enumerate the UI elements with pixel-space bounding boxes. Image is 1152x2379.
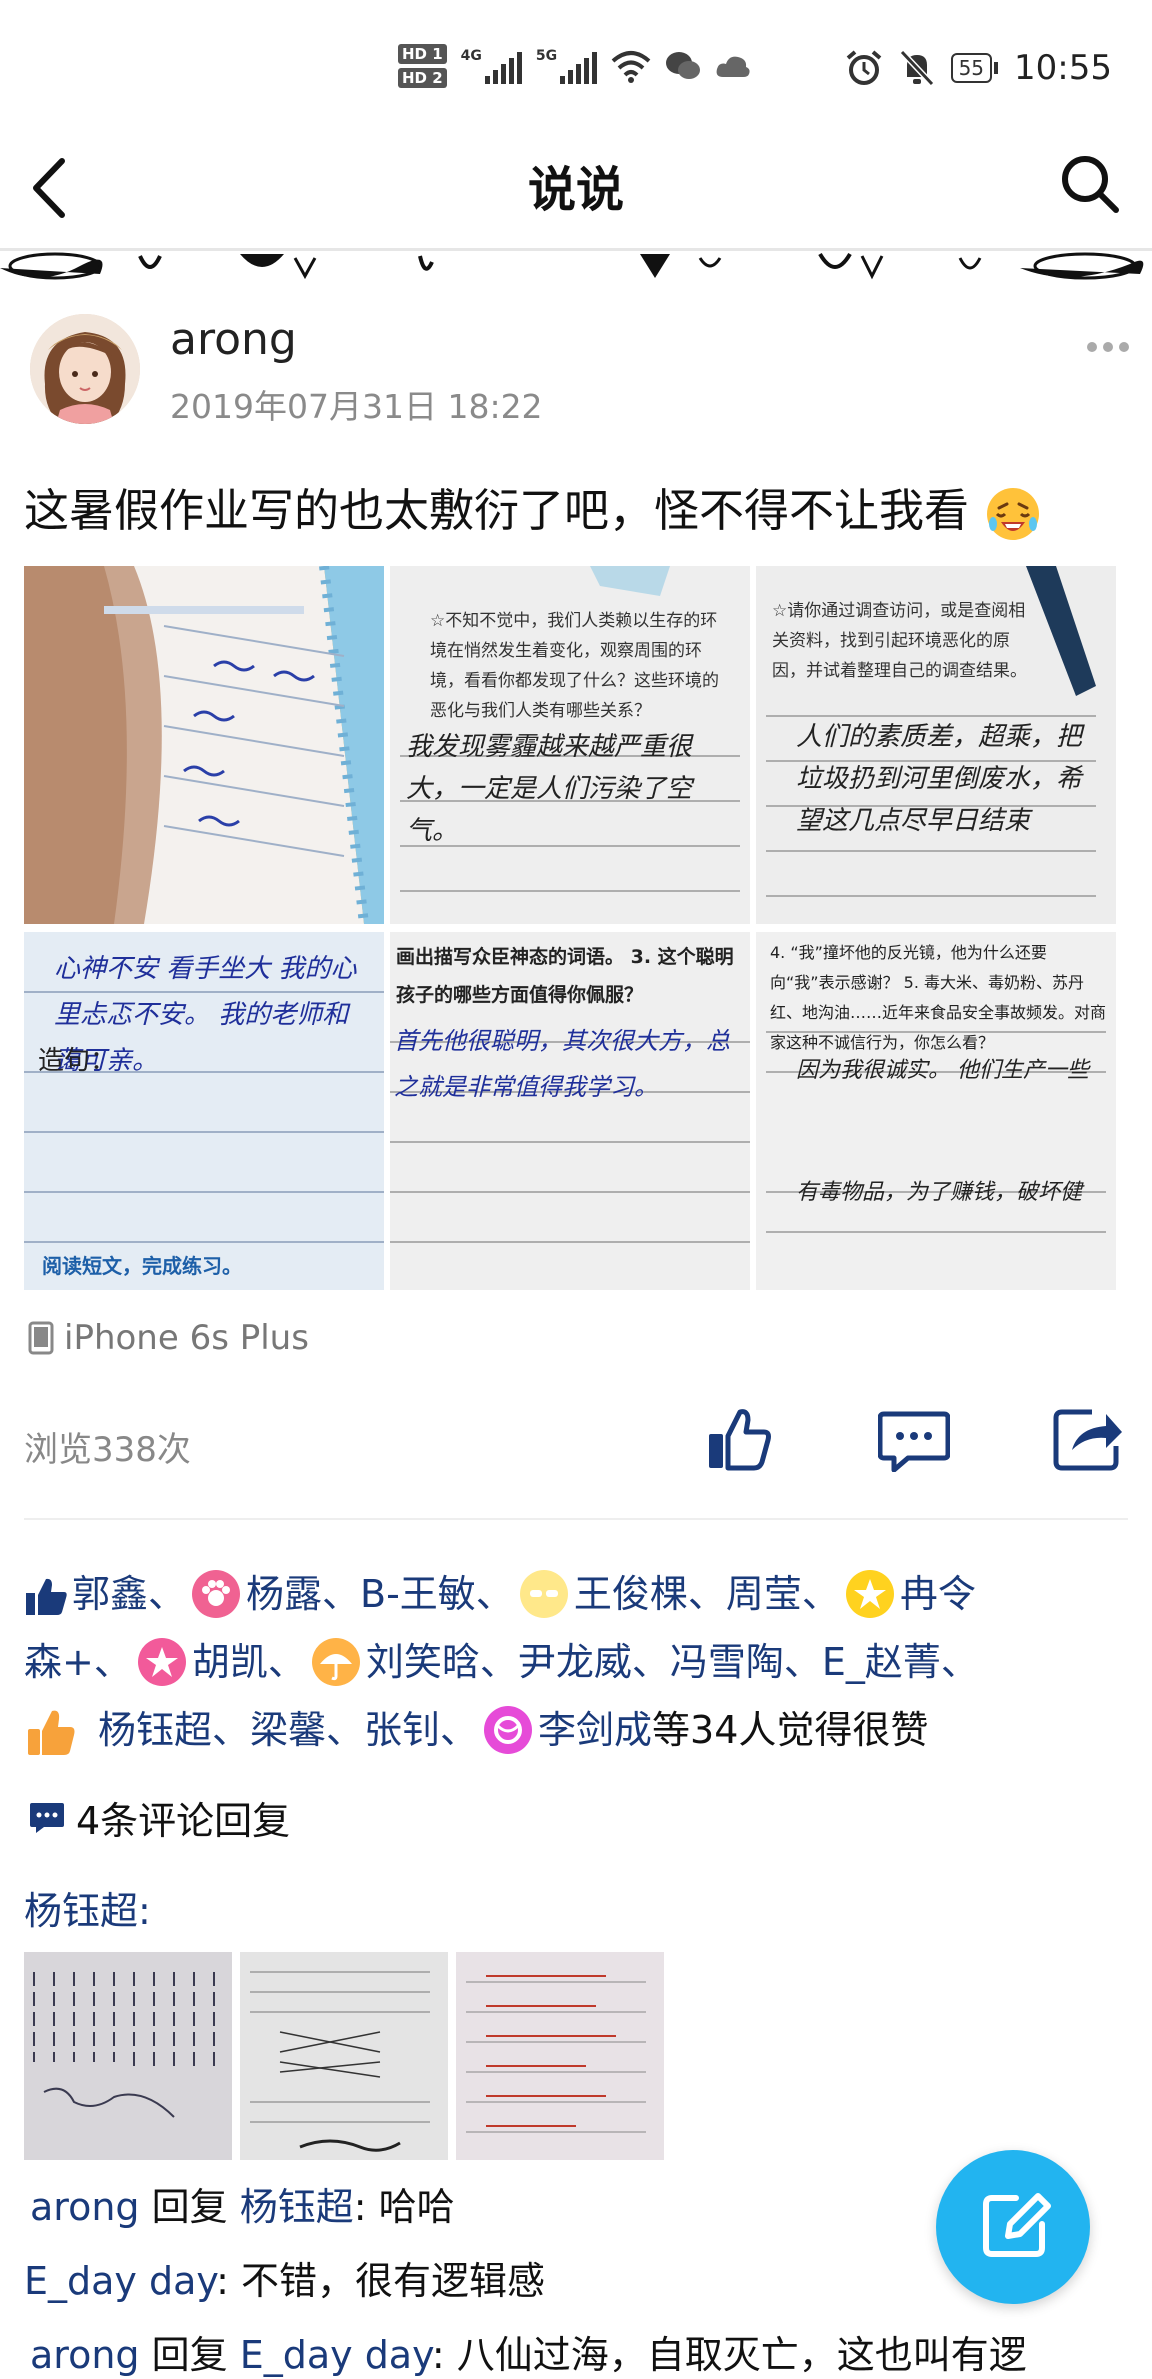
reply-mid: 回复 [139,2185,240,2229]
like-user[interactable]: 王俊棵、周莹、 [574,1572,840,1616]
mute-icon [899,49,934,87]
decorative-banner [0,248,1152,280]
post-text: 这暑假作业写的也太敷衍了吧，怪不得不让我看 [24,474,1043,544]
reply-mid: 回复 [139,2333,240,2377]
wifi-icon [611,51,651,83]
edit-icon [983,2193,1051,2257]
post-photo-2[interactable]: ☆不知不觉中，我们人类赖以生存的环境在悄然发生着变化，观察周围的环境，看看你都发… [390,566,750,924]
cloud-icon [716,56,750,77]
compose-button[interactable] [936,2150,1090,2304]
battery-icon: 55 [950,53,999,83]
divider [24,1518,1128,1520]
thumbs-up-emoji-icon [28,1710,75,1755]
network-label: 4G [460,48,482,64]
reply-text: 不错，很有逻辑感 [241,2259,546,2303]
like-icon-small [26,1578,67,1615]
battery-level: 55 [950,53,993,83]
ball-badge-icon [484,1705,533,1754]
sim-indicator: HD 1 HD 2 [398,44,447,88]
like-user[interactable]: 杨钰超、梁馨、张钊、 [98,1708,478,1752]
photo-2-handwriting: 我发现雾霾越来越严重很大，一定是人们污染了空气。 [406,732,693,846]
reply-from[interactable]: arong [30,2185,140,2229]
sunglasses-badge-icon [519,1569,568,1618]
like-user[interactable]: 刘笑晗、尹龙威、冯雪陶、E_赵菁、 [366,1640,979,1684]
likes-line-3: 杨钰超、梁馨、张钊、 李剑成等34人觉得很赞 [24,1696,1134,1764]
post-body: 这暑假作业写的也太敷衍了吧，怪不得不让我看 [24,484,970,537]
signal-icon: 4G [461,48,522,84]
photo-6-handwriting: 因为我很诚实。 他们生产一些有毒物品，为了赚钱，破坏健康。 [796,1058,1089,1205]
avatar[interactable] [30,314,140,424]
page-title: 说说 [527,162,624,218]
post-photo-5[interactable]: 画出描写众臣神态的词语。 3. 这个聪明孩子的哪些方面值得你佩服？ 首先他很聪明… [390,932,750,1290]
device-label: iPhone 6s Plus [64,1318,309,1358]
like-user[interactable]: 杨露、B-王敏、 [246,1572,514,1616]
comment-bubble-icon [30,1802,64,1833]
likes-line-1: 郭鑫、 杨露、B-王敏、 王俊棵、周莹、 冉令 [24,1560,1134,1628]
view-count: 浏览338次 [24,1430,191,1470]
alarm-icon [846,50,881,85]
post-photo-6[interactable]: 4. “我”撞坏他的反光镜，他为什么还要向“我”表示感谢？ 5. 毒大米、毒奶粉… [756,932,1116,1290]
crying-laughing-emoji-icon [987,488,1040,540]
like-user[interactable]: 森+、 [24,1640,132,1684]
status-right: 55 10:55 [845,40,1112,96]
comment-photo-1[interactable] [24,1952,232,2160]
reply-sep: : [216,2259,242,2303]
reply-to[interactable]: 杨钰超 [240,2185,354,2229]
search-icon[interactable] [1058,152,1122,216]
post-timestamp: 2019年07月31日 18:22 [170,387,543,426]
reply-from[interactable]: E_day day [24,2259,216,2303]
photo-4-print: 造句： [38,1046,117,1076]
post-photo-1[interactable] [24,566,384,924]
umbrella-badge-icon [311,1637,360,1686]
network-label-2: 5G [535,48,558,64]
post-device: iPhone 6s Plus [28,1318,309,1358]
reply-from[interactable]: arong [30,2333,140,2377]
like-user[interactable]: 冉令 [900,1572,976,1616]
like-icon[interactable] [706,1406,772,1472]
comment-reply-1: arong 回复 杨钰超: 哈哈 [30,2176,455,2231]
photo-5-print: 画出描写众臣神态的词语。 3. 这个聪明孩子的哪些方面值得你佩服？ [396,946,734,1006]
signal-icon-2: 5G [535,48,598,84]
photo-4-footer: 阅读短文，完成练习。 [42,1254,242,1278]
comment-photo-3[interactable] [456,1952,664,2160]
hd1-badge: HD 1 [398,44,447,64]
like-user[interactable]: 郭鑫、 [72,1572,186,1616]
post-photo-4[interactable]: 心神不安 看手坐大 我的心里忐忑不安。 我的老师和蔼可亲。 造句： 阅读短文，完… [24,932,384,1290]
reply-sep: : [431,2333,457,2377]
comment-reply-3: arong 回复 E_day day: 八仙过海，自取灭亡，这也叫有逻 [30,2324,1027,2379]
reply-text: 哈哈 [378,2185,455,2229]
likes-line-2: 森+、 胡凯、 刘笑晗、尹龙威、冯雪陶、E_赵菁、 [24,1628,1134,1696]
comments-header: 4条评论回复 [28,1790,290,1845]
clock: 10:55 [1014,48,1112,88]
hd2-badge: HD 2 [398,68,447,88]
comment-icon[interactable] [878,1410,950,1472]
comment-author[interactable]: 杨钰超: [24,1880,151,1935]
paw-badge-icon [192,1569,241,1618]
post-author-name[interactable]: arong [170,314,297,365]
status-left: HD 1 HD 2 4G 5G [398,36,751,96]
photo-3-handwriting: 人们的素质差，超乘，把垃圾扔到河里倒废水，希望这几点尽早日结束 [796,722,1083,836]
star-badge-icon [137,1637,186,1686]
likes-list: 郭鑫、 杨露、B-王敏、 王俊棵、周莹、 冉令 森+、 胡凯、 刘笑晗、尹龙威、冯雪陶、E… [24,1560,1134,1764]
share-icon[interactable] [1052,1406,1124,1472]
likes-summary: 等34人觉得很赞 [652,1708,929,1752]
like-user[interactable]: 李剑成 [538,1708,652,1752]
photo-3-print: ☆请你通过调查访问，或是查阅相关资料，找到引起环境恶化的原因，并试着整理自己的调… [772,601,1027,681]
reply-to[interactable]: E_day day [240,2333,432,2377]
reply-text: 八仙过海，自取灭亡，这也叫有逻 [456,2333,1027,2377]
wechat-icon [666,52,701,79]
photo-2-print: ☆不知不觉中，我们人类赖以生存的环境在悄然发生着变化，观察周围的环境，看看你都发… [430,611,719,721]
star-badge-icon [845,1569,894,1618]
comments-count: 4条评论回复 [76,1799,291,1843]
more-options-icon[interactable] [1086,340,1130,354]
comment-reply-2: E_day day: 不错，很有逻辑感 [24,2250,545,2305]
photo-5-handwriting: 首先他很聪明，其次很大方，总之就是非常值得我学习。 [394,1027,730,1101]
status-bar: HD 1 HD 2 4G 5G 55 10:55 [0,0,1152,130]
reply-sep: : [353,2185,379,2229]
like-user[interactable]: 胡凯、 [192,1640,306,1684]
post-photo-3[interactable]: ☆请你通过调查访问，或是查阅相关资料，找到引起环境恶化的原因，并试着整理自己的调… [756,566,1116,924]
comment-photo-2[interactable] [240,1952,448,2160]
phone-icon [28,1321,54,1355]
